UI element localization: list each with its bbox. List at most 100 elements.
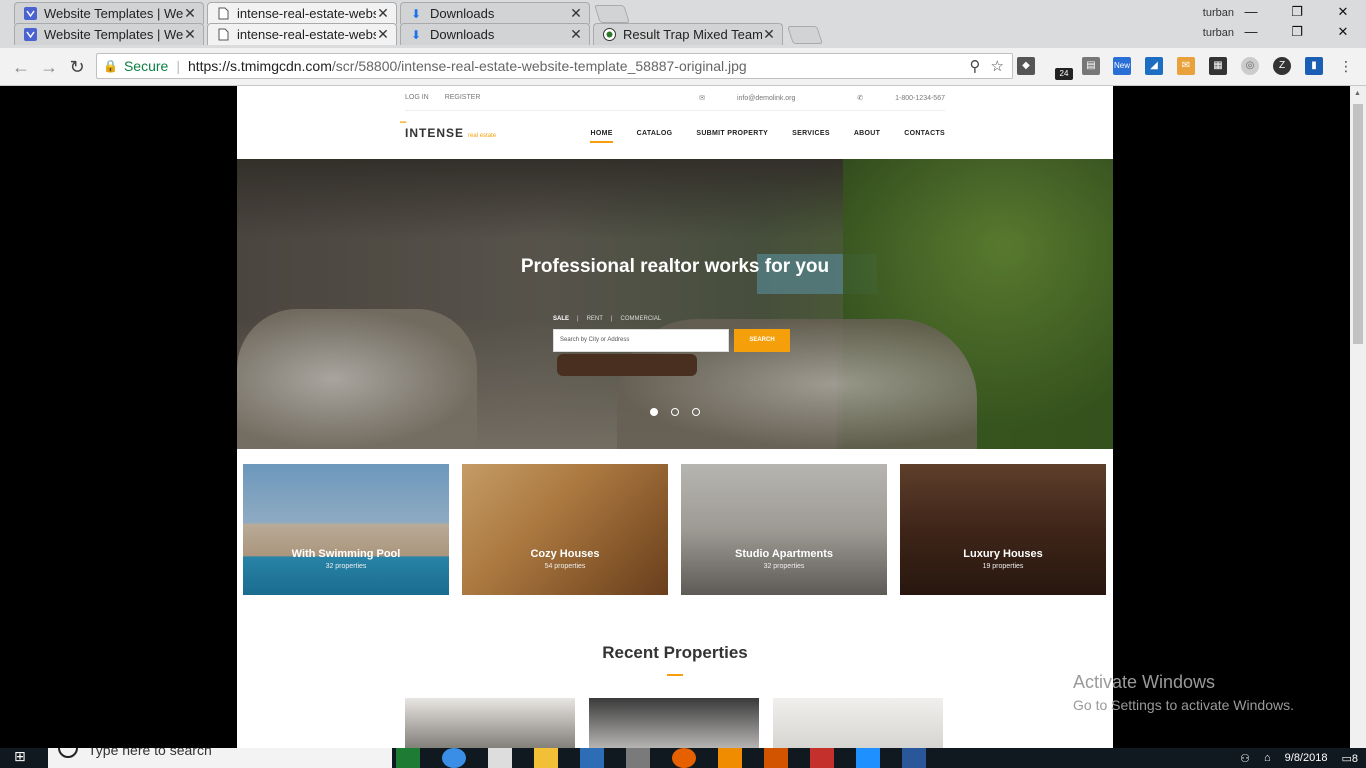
email-link[interactable]: ✉ info@demolink.org xyxy=(669,95,795,102)
minimize-icon[interactable]: — xyxy=(1241,4,1261,19)
tab-commercial[interactable]: COMMERCIAL xyxy=(620,316,661,322)
windows-start-icon[interactable]: ⊞ xyxy=(14,748,26,765)
separator: | xyxy=(176,58,180,74)
property-card[interactable] xyxy=(589,698,759,748)
app-icon[interactable] xyxy=(626,748,650,768)
close-icon[interactable]: ✕ xyxy=(569,5,583,22)
tab-website-templates[interactable]: Website Templates | Web ✕ xyxy=(14,2,204,24)
new-tab-button[interactable] xyxy=(594,5,630,23)
download-icon: ⬇ xyxy=(410,27,422,42)
slider-dot[interactable] xyxy=(650,408,658,416)
category-card-luxury[interactable]: Luxury Houses 19 properties xyxy=(900,464,1106,595)
date-label[interactable]: 9/8/2018 xyxy=(1285,752,1328,764)
close-icon[interactable]: ✕ xyxy=(762,26,776,43)
login-link[interactable]: LOG IN xyxy=(405,94,429,101)
scroll-up-icon[interactable]: ▲ xyxy=(1354,90,1361,97)
search-button[interactable]: SEARCH xyxy=(734,329,790,352)
property-card[interactable] xyxy=(773,698,943,748)
circle-extension-icon[interactable]: ◎ xyxy=(1241,57,1259,75)
reload-icon[interactable]: ↻ xyxy=(66,56,88,78)
youtube-icon[interactable] xyxy=(810,748,834,768)
notifications-icon[interactable]: ▭8 xyxy=(1341,752,1358,765)
slider-dot[interactable] xyxy=(671,408,679,416)
bookmark-star-icon[interactable]: ☆ xyxy=(991,57,1004,75)
slider-dot[interactable] xyxy=(692,408,700,416)
app-icon[interactable] xyxy=(580,748,604,768)
reader-extension-icon[interactable]: ▤ xyxy=(1082,57,1100,75)
back-icon[interactable]: ← xyxy=(10,56,32,78)
minimize-icon[interactable]: — xyxy=(1241,24,1261,39)
slider-pagination xyxy=(650,408,700,416)
close-window-icon[interactable]: ✕ xyxy=(1333,4,1353,20)
restore-icon[interactable]: ❐ xyxy=(1287,24,1307,40)
category-title: Cozy Houses xyxy=(530,548,600,560)
z-extension-icon[interactable]: Z xyxy=(1273,57,1291,75)
secure-label: Secure xyxy=(123,58,169,74)
vertical-scrollbar[interactable]: ▲ xyxy=(1350,86,1366,748)
title-underline xyxy=(667,674,683,676)
property-card[interactable] xyxy=(405,698,575,748)
search-input[interactable]: Search by City or Address xyxy=(553,329,729,352)
firefox-icon[interactable] xyxy=(672,748,696,768)
site-logo[interactable]: ▔ INTENSE real estate xyxy=(400,122,496,140)
tab-downloads[interactable]: ⬇ Downloads ✕ xyxy=(400,23,590,45)
category-grid: With Swimming Pool 32 properties Cozy Ho… xyxy=(243,464,1107,595)
close-icon[interactable]: ✕ xyxy=(376,5,390,22)
tab-website-templates[interactable]: Website Templates | Web ✕ xyxy=(14,23,204,45)
nav-home[interactable]: HOME xyxy=(590,130,613,143)
bookmark-extension-icon[interactable]: ▮ xyxy=(1305,57,1323,75)
tab-sale[interactable]: SALE xyxy=(553,316,569,322)
tab-intense-real-estate[interactable]: intense-real-estate-websi ✕ xyxy=(207,23,397,45)
close-window-icon[interactable]: ✕ xyxy=(1333,24,1353,40)
section-title: Recent Properties xyxy=(602,643,748,662)
close-icon[interactable]: ✕ xyxy=(183,26,197,43)
nav-about[interactable]: ABOUT xyxy=(854,130,880,143)
tab-rent[interactable]: RENT xyxy=(587,316,603,322)
network-icon[interactable]: ⌂ xyxy=(1264,752,1271,764)
template-monster-icon xyxy=(23,7,37,21)
word-icon[interactable] xyxy=(902,748,926,768)
clapper-extension-icon[interactable]: ▦ xyxy=(1209,57,1227,75)
category-card-pool[interactable]: With Swimming Pool 32 properties xyxy=(243,464,449,595)
mail-extension-icon[interactable]: ✉ xyxy=(1177,57,1195,75)
page-icon xyxy=(216,7,230,21)
close-icon[interactable]: ✕ xyxy=(183,5,197,22)
address-bar[interactable]: 🔒 Secure | https://s.tmimgcdn.com/scr/58… xyxy=(96,53,1013,79)
close-icon[interactable]: ✕ xyxy=(569,26,583,43)
nav-contacts[interactable]: CONTACTS xyxy=(904,130,945,143)
category-count: 54 properties xyxy=(544,563,586,570)
category-title: Luxury Houses xyxy=(963,548,1043,560)
new-tab-button[interactable] xyxy=(787,26,823,44)
tab-downloads[interactable]: ⬇ Downloads ✕ xyxy=(400,2,590,24)
nav-catalog[interactable]: CATALOG xyxy=(637,130,673,143)
tab-intense-real-estate[interactable]: intense-real-estate-websi ✕ xyxy=(207,2,397,24)
menu-kebab-icon[interactable]: ⋮ xyxy=(1337,57,1355,75)
vlc-icon[interactable] xyxy=(718,748,742,768)
illustrator-icon[interactable] xyxy=(764,748,788,768)
chrome-icon[interactable] xyxy=(442,748,466,768)
new-extension-icon[interactable]: New xyxy=(1113,57,1131,75)
restore-icon[interactable]: ❐ xyxy=(1287,4,1307,20)
eraser-extension-icon[interactable]: ◆ xyxy=(1017,57,1035,75)
app-icon[interactable] xyxy=(396,748,420,768)
zoom-icon[interactable]: ⚲ xyxy=(970,57,981,75)
close-icon[interactable]: ✕ xyxy=(376,26,390,43)
register-link[interactable]: REGISTER xyxy=(445,94,481,101)
people-icon[interactable]: ⚇ xyxy=(1240,752,1250,765)
nav-submit-property[interactable]: SUBMIT PROPERTY xyxy=(696,130,768,143)
nav-services[interactable]: SERVICES xyxy=(792,130,830,143)
file-explorer-icon[interactable] xyxy=(534,748,558,768)
edge-icon[interactable] xyxy=(856,748,880,768)
profile-name[interactable]: turban xyxy=(1203,27,1234,39)
forward-icon[interactable]: → xyxy=(38,56,60,78)
extension-icon[interactable]: ◢ xyxy=(1145,57,1163,75)
app-icon[interactable] xyxy=(488,748,512,768)
tab-result-trap[interactable]: Result Trap Mixed Team J ✕ xyxy=(593,23,783,45)
phone-link[interactable]: ✆ 1-800-1234-567 xyxy=(827,95,945,102)
category-card-cozy[interactable]: Cozy Houses 54 properties xyxy=(462,464,668,595)
taskbar-search[interactable]: Type here to search xyxy=(48,748,392,768)
scroll-thumb[interactable] xyxy=(1353,104,1363,344)
category-card-studio[interactable]: Studio Apartments 32 properties xyxy=(681,464,887,595)
profile-name[interactable]: turban xyxy=(1203,7,1234,19)
tab-strip-top: Website Templates | Web ✕ intense-real-e… xyxy=(0,2,1366,24)
